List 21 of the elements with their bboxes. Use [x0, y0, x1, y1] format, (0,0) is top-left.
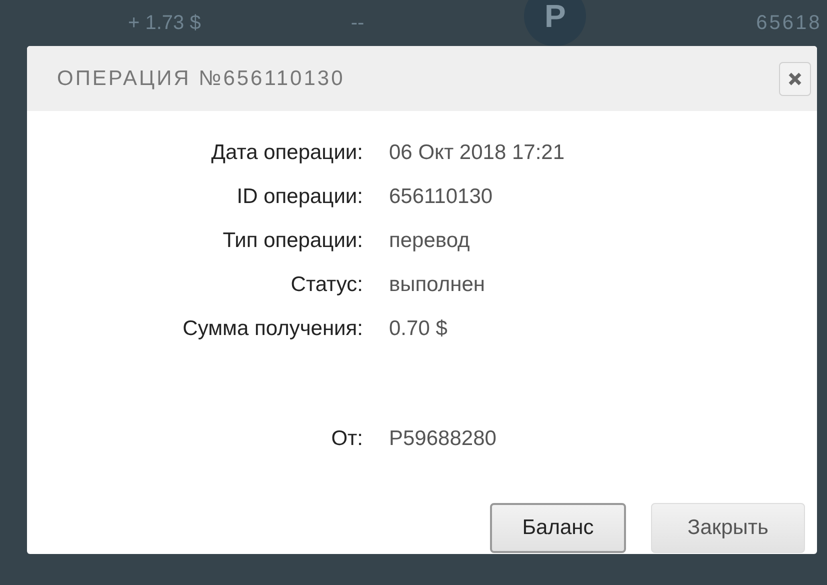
dialog-title: ОПЕРАЦИЯ №656110130 — [57, 66, 345, 92]
field-label: ID операции: — [236, 184, 364, 210]
dialog-button[interactable]: Закрыть — [651, 503, 805, 553]
dash-text: -- — [350, 11, 364, 36]
field-value: перевод — [389, 228, 470, 254]
number-text: 65618 — [756, 11, 822, 36]
field-value: выполнен — [389, 272, 485, 298]
field-value: 0.70 $ — [389, 316, 448, 342]
field-value: P59688280 — [389, 426, 496, 452]
field-label: Статус: — [290, 272, 364, 298]
close-icon — [788, 72, 802, 86]
amount-text: + 1.73 $ — [128, 11, 201, 36]
field-label: От: — [330, 426, 364, 452]
dialog-button[interactable]: Баланс — [490, 503, 626, 553]
field-label: Дата операции: — [210, 140, 364, 166]
logo-icon: P — [524, 0, 586, 46]
field-label: Сумма получения: — [182, 316, 364, 342]
field-label: Тип операции: — [222, 228, 364, 254]
field-value: 656110130 — [389, 184, 493, 210]
field-value: 06 Окт 2018 17:21 — [389, 140, 565, 166]
close-button[interactable] — [779, 62, 811, 96]
